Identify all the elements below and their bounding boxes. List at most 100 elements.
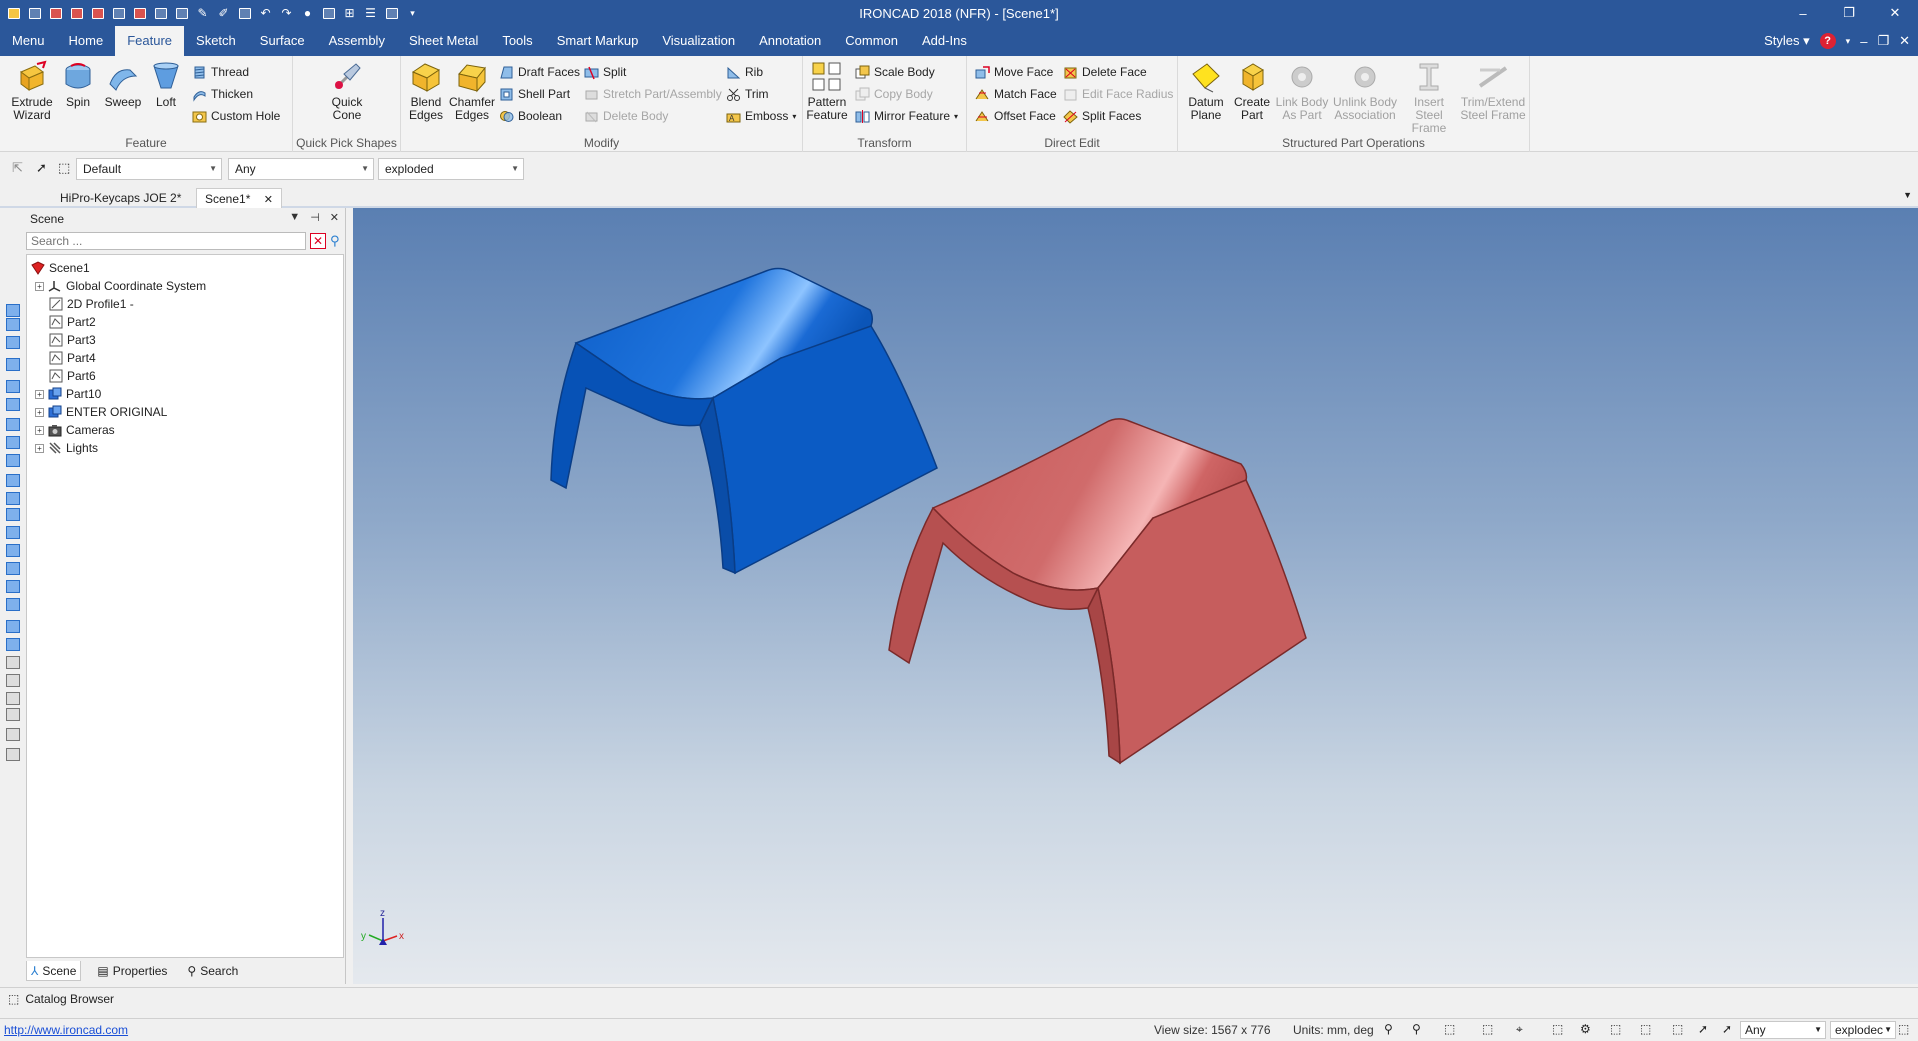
- shell-part-button[interactable]: Shell Part: [499, 84, 570, 104]
- blend-edges-button[interactable]: Blend Edges: [405, 60, 447, 122]
- tab-feature[interactable]: Feature: [115, 26, 185, 56]
- tool-strip-button-icon[interactable]: [6, 544, 20, 557]
- tool-strip-button-icon[interactable]: [6, 436, 20, 449]
- emboss-button[interactable]: A Emboss ▾: [726, 106, 796, 126]
- ribbon-close-icon[interactable]: ✕: [1899, 33, 1910, 49]
- undo-icon[interactable]: ↶: [256, 4, 275, 22]
- tool-strip-button-icon[interactable]: [6, 318, 20, 331]
- tree-node-part10[interactable]: + Part10: [35, 385, 101, 403]
- datum-plane-button[interactable]: Datum Plane: [1184, 60, 1228, 122]
- view-cube-icon[interactable]: ⬚: [1444, 1022, 1460, 1038]
- help-icon[interactable]: ?: [1819, 33, 1836, 49]
- thicken-button[interactable]: Thicken: [192, 84, 253, 104]
- layers-icon[interactable]: ⬚: [1640, 1022, 1656, 1038]
- tree-node-lights[interactable]: + Lights: [35, 439, 98, 457]
- tab-common[interactable]: Common: [833, 26, 910, 56]
- tab-smart-markup[interactable]: Smart Markup: [545, 26, 651, 56]
- blue-keycap-part[interactable]: [550, 267, 938, 575]
- draft-faces-button[interactable]: Draft Faces: [499, 62, 580, 82]
- selection-filter-icon[interactable]: ⬚: [58, 160, 74, 176]
- link-body-button[interactable]: Link Body As Part: [1274, 60, 1330, 122]
- doc-tab-scene1[interactable]: Scene1* ✕: [196, 188, 282, 208]
- list-icon[interactable]: ☰: [361, 4, 380, 22]
- pointer-mode-icon[interactable]: ➚: [1722, 1022, 1738, 1038]
- tab-home[interactable]: Home: [57, 26, 116, 56]
- rib-button[interactable]: Rib: [726, 62, 763, 82]
- insert-steel-frame-button[interactable]: Insert Steel Frame: [1400, 60, 1458, 135]
- status-filter-combo[interactable]: Any ▼: [1740, 1021, 1826, 1039]
- new-drawing-icon[interactable]: [67, 4, 86, 22]
- tool-strip-button-icon[interactable]: [6, 336, 20, 349]
- split-faces-button[interactable]: Split Faces: [1063, 106, 1141, 126]
- tree-node-part6[interactable]: Part6: [49, 367, 96, 385]
- new-scene-icon[interactable]: [46, 4, 65, 22]
- tool-strip-button-icon[interactable]: [6, 474, 20, 487]
- app-menu-icon[interactable]: [4, 4, 23, 22]
- close-doc-icon[interactable]: [130, 4, 149, 22]
- print-icon[interactable]: [235, 4, 254, 22]
- filter-combo[interactable]: Any ▼: [228, 158, 374, 180]
- boolean-button[interactable]: Boolean: [499, 106, 562, 126]
- expand-icon[interactable]: +: [35, 281, 44, 291]
- tool-strip-button-icon[interactable]: [6, 492, 20, 505]
- tool-strip-button-icon[interactable]: [6, 508, 20, 521]
- tab-add-ins[interactable]: Add-Ins: [910, 26, 979, 56]
- doc-tab-keycaps[interactable]: HiPro-Keycaps JOE 2*: [52, 188, 189, 208]
- display-icon[interactable]: ⬚: [1610, 1022, 1626, 1038]
- help-dropdown-icon[interactable]: ▾: [1846, 36, 1851, 47]
- split-button[interactable]: Split: [584, 62, 626, 82]
- panel-close-icon[interactable]: ✕: [330, 211, 339, 224]
- tab-menu[interactable]: Menu: [0, 26, 57, 56]
- tool-strip-button-icon[interactable]: [6, 598, 20, 611]
- zoom-window-icon[interactable]: ⚲: [1412, 1022, 1428, 1038]
- tool-strip-button-icon[interactable]: [6, 526, 20, 539]
- tab-sketch[interactable]: Sketch: [184, 26, 248, 56]
- sketch-icon[interactable]: ✐: [214, 4, 233, 22]
- expand-icon[interactable]: +: [35, 443, 44, 453]
- tool-strip-button-icon[interactable]: [6, 638, 20, 651]
- view-options-icon[interactable]: [382, 4, 401, 22]
- close-tab-icon[interactable]: ✕: [264, 194, 273, 206]
- tree-node-coordinate-system[interactable]: + Global Coordinate System: [35, 277, 206, 295]
- customize-qat-icon[interactable]: ▾: [403, 4, 422, 22]
- orientation-icon[interactable]: ⌖: [1516, 1022, 1532, 1038]
- properties-icon[interactable]: [172, 4, 191, 22]
- custom-hole-button[interactable]: Custom Hole: [192, 106, 280, 126]
- expand-icon[interactable]: +: [35, 407, 44, 417]
- tab-sheet-metal[interactable]: Sheet Metal: [397, 26, 490, 56]
- tool-strip-button-icon[interactable]: [6, 304, 20, 317]
- new-file-icon[interactable]: [25, 4, 44, 22]
- status-config-combo[interactable]: explodec ▼: [1830, 1021, 1896, 1039]
- thread-button[interactable]: Thread: [192, 62, 249, 82]
- expand-icon[interactable]: +: [35, 425, 44, 435]
- tool-strip-button-icon[interactable]: [6, 380, 20, 393]
- extrude-wizard-button[interactable]: Extrude Wizard: [8, 60, 56, 122]
- tab-visualization[interactable]: Visualization: [650, 26, 747, 56]
- tree-node-scene1[interactable]: Scene1: [31, 259, 90, 277]
- close-button[interactable]: ✕: [1872, 0, 1918, 26]
- quick-cone-button[interactable]: Quick Cone: [321, 60, 373, 122]
- select-mode-icon[interactable]: ➚: [1698, 1022, 1714, 1038]
- tool-strip-button-icon[interactable]: [6, 398, 20, 411]
- tool-strip-button-icon[interactable]: [6, 656, 20, 669]
- render-mode-icon[interactable]: ⚙: [1580, 1022, 1596, 1038]
- tree-node-part2[interactable]: Part2: [49, 313, 96, 331]
- tool-strip-button-icon[interactable]: [6, 748, 20, 761]
- tab-surface[interactable]: Surface: [248, 26, 317, 56]
- tool-strip-button-icon[interactable]: [6, 358, 20, 371]
- tree-node-part4[interactable]: Part4: [49, 349, 96, 367]
- tool-strip-button-icon[interactable]: [6, 708, 20, 721]
- assembly-icon[interactable]: ⊞: [340, 4, 359, 22]
- lock-icon[interactable]: ⬚: [1672, 1022, 1688, 1038]
- trim-extend-steel-frame-button[interactable]: Trim/Extend Steel Frame: [1460, 60, 1526, 122]
- snap-icon[interactable]: ⬚: [1552, 1022, 1568, 1038]
- zoom-icon[interactable]: ⚲: [1384, 1022, 1400, 1038]
- delete-body-button[interactable]: Delete Body: [584, 106, 668, 126]
- pin-icon[interactable]: ⊣: [310, 211, 320, 224]
- tool-strip-button-icon[interactable]: [6, 728, 20, 741]
- panel-tab-scene[interactable]: ⅄ Scene: [26, 961, 82, 981]
- spin-button[interactable]: Spin: [60, 60, 96, 109]
- sweep-button[interactable]: Sweep: [104, 60, 142, 109]
- config-combo[interactable]: exploded ▼: [378, 158, 524, 180]
- tree-node-cameras[interactable]: + Cameras: [35, 421, 115, 439]
